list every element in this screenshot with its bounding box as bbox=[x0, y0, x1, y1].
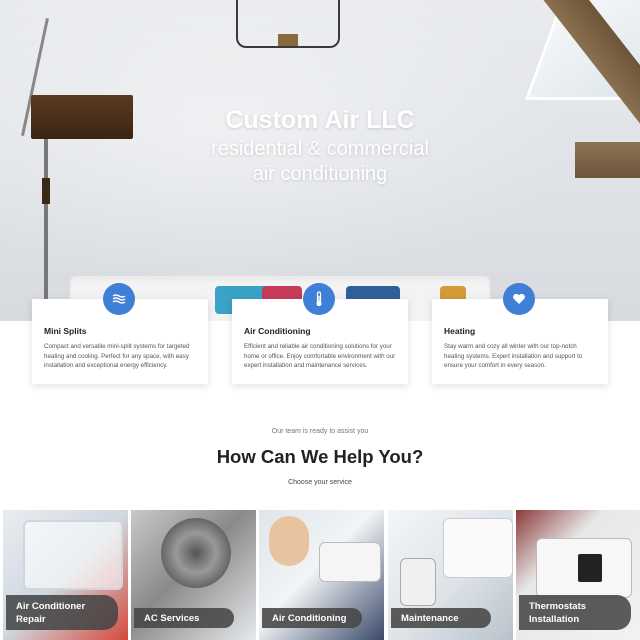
service-tile-ac-services[interactable]: AC Services bbox=[131, 510, 256, 640]
service-label: Thermostats Installation bbox=[519, 595, 631, 630]
feature-card-mini-splits: Mini Splits Compact and versatile mini-s… bbox=[32, 283, 208, 384]
service-label: Maintenance bbox=[391, 608, 491, 628]
remote-control-image bbox=[400, 558, 436, 606]
service-tile-thermostats[interactable]: Thermostats Installation bbox=[516, 510, 640, 640]
hero-banner: Custom Air LLC residential & commercial … bbox=[0, 0, 640, 321]
feature-card-air-conditioning: Air Conditioning Efficient and reliable … bbox=[232, 283, 408, 384]
hero-subtitle: residential & commercial bbox=[211, 138, 429, 160]
feature-title: Heating bbox=[444, 326, 476, 336]
waves-icon bbox=[103, 283, 135, 315]
service-label: Air Conditioner Repair bbox=[6, 595, 118, 630]
heart-icon bbox=[503, 283, 535, 315]
feature-title: Air Conditioning bbox=[244, 326, 311, 336]
thermostat-display bbox=[578, 554, 602, 582]
technician-image bbox=[269, 516, 309, 566]
section-kicker: Our team is ready to assist you bbox=[271, 428, 369, 435]
feature-description: Efficient and reliable air conditioning … bbox=[244, 343, 396, 369]
feature-card-heating: Heating Stay warm and cozy all winter wi… bbox=[432, 283, 608, 384]
service-tile-air-conditioning[interactable]: Air Conditioning bbox=[259, 510, 384, 640]
feature-description: Compact and versatile mini-split systems… bbox=[44, 343, 190, 369]
service-label: AC Services bbox=[134, 608, 234, 628]
service-tile-ac-repair[interactable]: Air Conditioner Repair bbox=[3, 510, 128, 640]
service-tile-maintenance[interactable]: Maintenance bbox=[388, 510, 513, 640]
fan-image bbox=[161, 518, 231, 588]
ac-unit-image bbox=[23, 520, 123, 590]
hero-title: Custom Air LLC bbox=[225, 106, 415, 134]
thermometer-icon bbox=[303, 283, 335, 315]
service-label: Air Conditioning bbox=[262, 608, 362, 628]
hero-subtitle: air conditioning bbox=[252, 163, 388, 185]
ac-unit-image bbox=[319, 542, 381, 582]
section-heading: How Can We Help You? bbox=[216, 446, 424, 467]
feature-title: Mini Splits bbox=[44, 326, 87, 336]
ceiling-light bbox=[236, 0, 340, 48]
ac-unit-image bbox=[443, 518, 513, 578]
feature-description: Stay warm and cozy all winter with our t… bbox=[444, 343, 583, 369]
section-subheading: Choose your service bbox=[288, 479, 352, 486]
